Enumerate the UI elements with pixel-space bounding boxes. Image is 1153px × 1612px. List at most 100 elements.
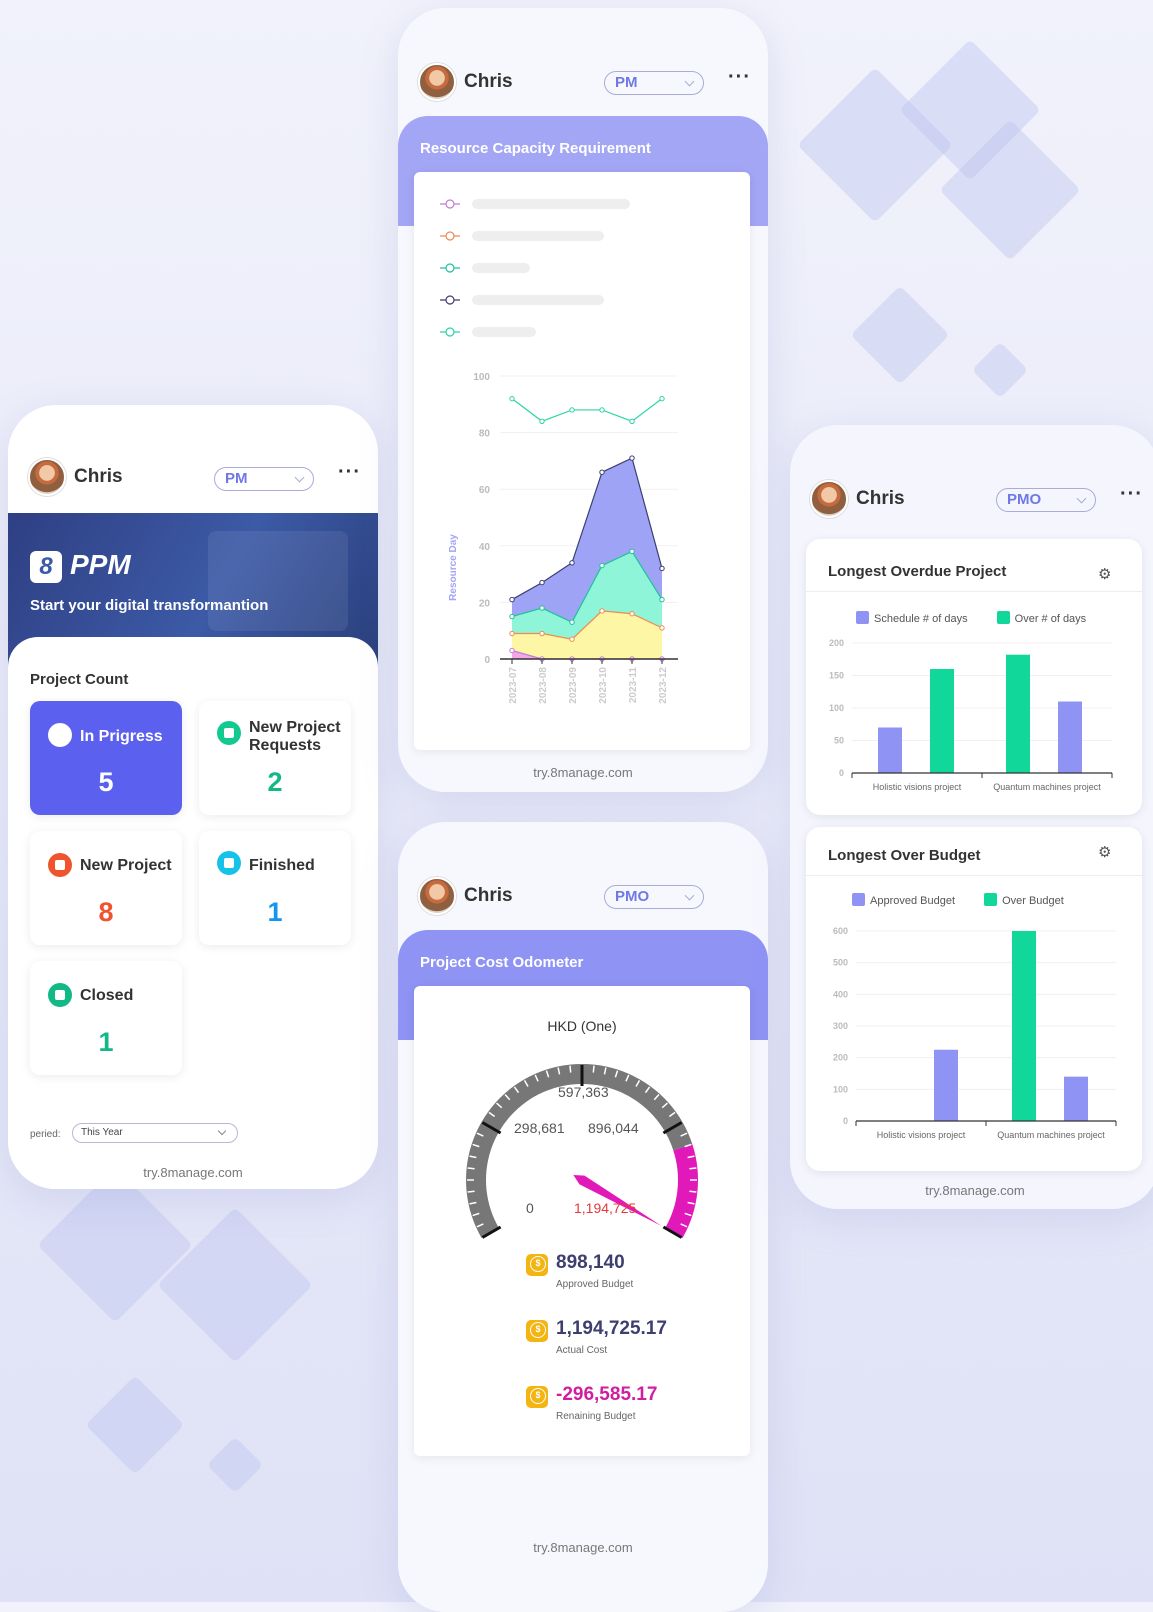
y-tick-label: 500 [833,958,848,968]
data-point [569,619,575,625]
x-tick-label: 2023-12 [658,667,669,704]
bar [1012,931,1036,1121]
role-value: PM [225,470,248,487]
y-tick-label: 600 [833,926,848,936]
star-icon [48,853,72,877]
user-name: Chris [464,71,513,92]
data-point [509,596,515,603]
data-point [509,630,515,637]
data-point [659,395,665,402]
ok-icon [217,851,241,875]
user-avatar[interactable] [28,458,66,496]
user-avatar[interactable] [418,877,456,915]
gauge-label-max: 1,194,725 [574,1200,637,1216]
gauge-label-min: 0 [526,1200,534,1216]
over-budget-bar-chart: 0 100 200 300 400 500 600 Holistic visions proj… [833,926,1117,1140]
legend-marker [445,199,455,209]
project-count-panel: Project Count In Prigress 5 New Project … [8,637,378,1189]
data-point [509,647,515,654]
bar [930,669,954,773]
footer-link[interactable]: try.8manage.com [398,765,768,780]
footer-link[interactable]: try.8manage.com [790,1183,1153,1198]
resource-capacity-phone: Chris PM ··· Resource Capacity Requireme… [398,8,768,792]
y-tick-label: 200 [829,638,844,648]
y-tick-label: 80 [479,429,491,440]
odometer-card: HKD (One) 597,363 298,681 896,044 0 1,19… [414,986,750,1456]
tile-new-project-requests[interactable]: New Project Requests 2 [199,701,351,815]
data-point [569,636,575,642]
stat-label: Approved Budget [556,1279,634,1290]
longest-projects-phone: Chris PMO ··· Longest Overdue Project ⚙ … [790,425,1153,1209]
user-avatar[interactable] [418,63,456,101]
data-point [599,608,605,614]
user-name: Chris [464,885,513,906]
role-value: PM [615,74,638,91]
bar [1058,701,1082,773]
data-point [599,562,605,569]
footer-link[interactable]: try.8manage.com [8,1165,378,1180]
legend-placeholder [472,231,604,241]
square-icon [48,983,72,1007]
bg-decor-diamond [850,285,950,385]
role-value: PMO [615,888,650,905]
y-tick-label: 100 [833,1084,848,1094]
stat-label: Actual Cost [556,1345,608,1356]
tile-in-progress[interactable]: In Prigress 5 [30,701,182,815]
role-selector[interactable]: PM [604,71,704,95]
stat-value: 898,140 [556,1252,625,1273]
bar [934,1049,958,1121]
more-dots-icon[interactable]: ··· [338,461,361,484]
role-selector[interactable]: PMO [604,885,704,909]
legend-placeholder [472,263,530,273]
gauge-minor-tick [569,1065,572,1073]
legend-marker [445,231,455,241]
chevron-down-icon [1076,493,1087,504]
bg-decor-diamond [157,1207,313,1363]
gauge-minor-tick [689,1167,697,1170]
y-tick-label: 400 [833,989,848,999]
data-point [539,630,545,637]
bar [878,727,902,773]
data-point [629,611,635,617]
overdue-chart-card: Longest Overdue Project ⚙ Schedule # of … [806,539,1142,815]
y-tick-label: 0 [839,768,844,778]
role-selector[interactable]: PMO [996,488,1096,512]
legend-placeholder [472,327,536,337]
stat-label: Renaining Budget [556,1411,636,1422]
chevron-down-icon [684,76,695,87]
tile-new-project[interactable]: New Project 8 [30,831,182,945]
coin-icon [526,1254,548,1276]
x-tick-label: 2023-09 [568,667,579,704]
overdue-bar-chart: 0 50 100 150 200 Holistic visions project Quan… [829,638,1113,792]
data-point [659,596,665,603]
coin-icon [526,1320,548,1342]
more-dots-icon[interactable]: ··· [728,66,751,89]
series-line [511,398,663,422]
y-tick-label: 300 [833,1021,848,1031]
user-name: Chris [74,466,123,487]
data-point [539,579,545,586]
user-avatar[interactable] [810,480,848,518]
x-tick-label: 2023-11 [628,667,639,704]
bar [1006,654,1030,773]
tile-finished[interactable]: Finished 1 [199,831,351,945]
x-tick-label: Quantum machines project [993,782,1101,792]
stat-value: -296,585.17 [556,1384,658,1405]
tile-label: Finished [249,857,315,874]
x-tick-label: Holistic visions project [877,1130,966,1140]
tile-closed[interactable]: Closed 1 [30,961,182,1075]
data-point [629,418,635,424]
cost-odometer-phone: Chris PMO Project Cost Odometer HKD (One… [398,822,768,1612]
footer-link[interactable]: try.8manage.com [398,1540,768,1555]
data-point [599,469,605,475]
stat-value: 1,194,725.17 [556,1318,667,1339]
banner-logo-text: PPM [70,549,131,580]
more-dots-icon[interactable]: ··· [1120,483,1143,506]
y-tick-label: 40 [479,542,491,553]
period-select[interactable]: This Year [72,1123,238,1143]
y-tick-label: 0 [484,655,490,666]
y-tick-label: 100 [473,372,490,383]
role-selector[interactable]: PM [214,467,314,491]
y-axis-label: Resource Day [448,534,459,601]
x-tick-label: 2023-08 [538,667,549,704]
